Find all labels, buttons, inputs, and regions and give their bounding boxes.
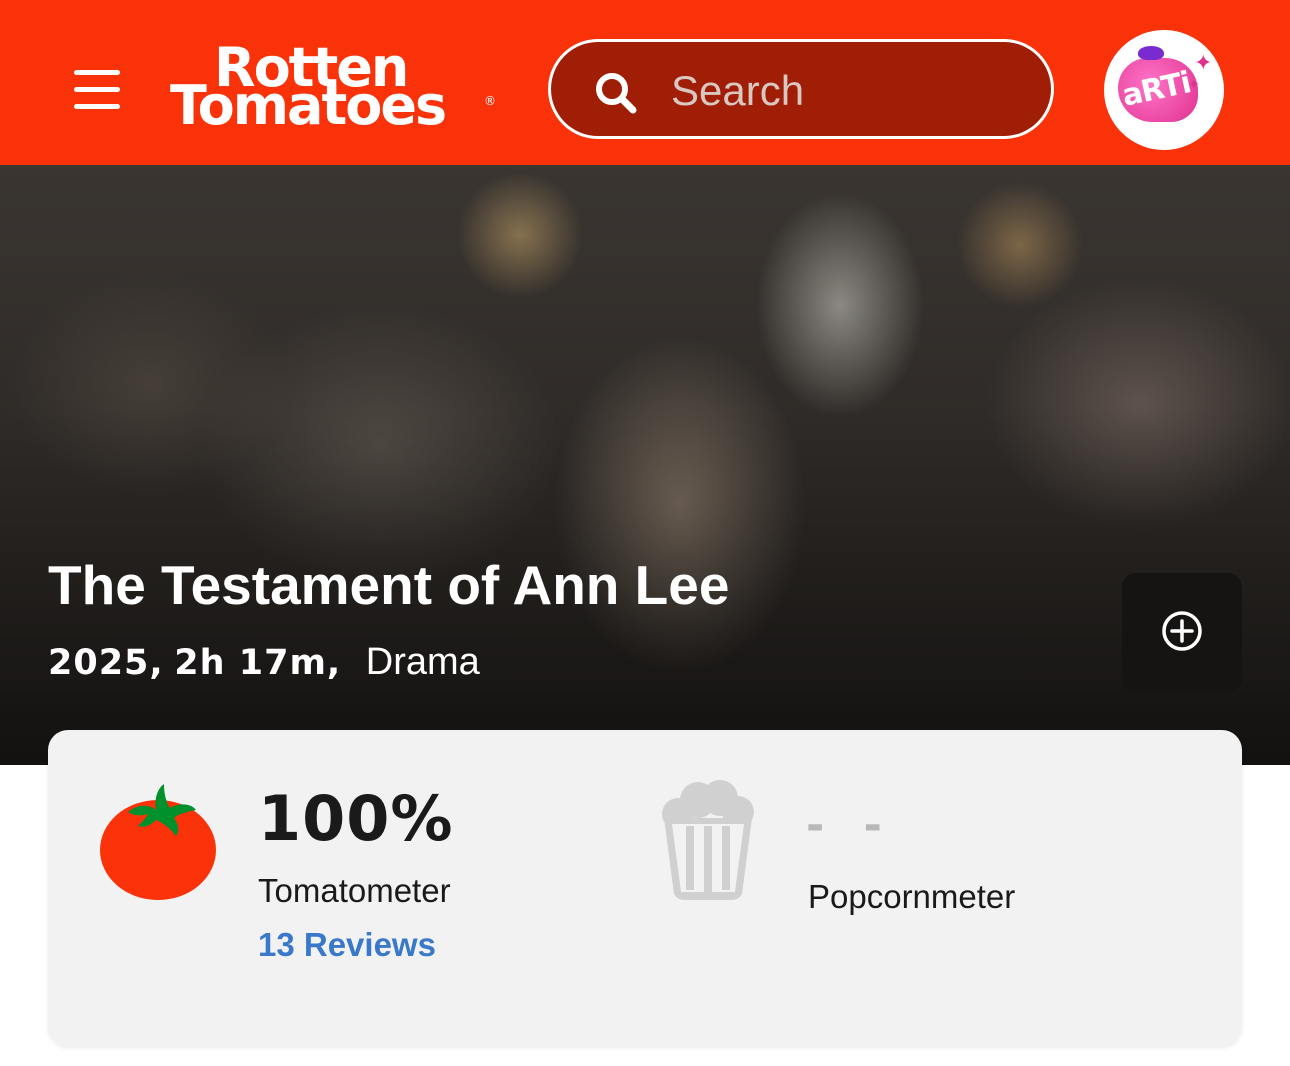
- movie-title: The Testament of Ann Lee: [48, 554, 730, 616]
- sparkle-small-icon: ✦: [1188, 76, 1200, 92]
- movie-year: 2025,: [48, 643, 164, 683]
- tomatometer-score: 100%: [258, 782, 454, 855]
- sparkle-icon: ✦: [1194, 50, 1213, 75]
- search-box[interactable]: [548, 39, 1054, 139]
- add-to-watchlist-button[interactable]: [1122, 573, 1242, 693]
- rotten-tomatoes-logo[interactable]: Rotten Tomatoes ®: [168, 38, 498, 138]
- logo-registered: ®: [484, 94, 496, 108]
- logo-line2: Tomatoes: [170, 74, 447, 137]
- tomatometer-label: Tomatometer: [258, 872, 451, 909]
- popcornmeter-score: - -: [806, 800, 894, 851]
- search-input[interactable]: [669, 60, 1033, 122]
- arti-avatar-button[interactable]: aRTi ✦ ✦: [1104, 30, 1224, 150]
- avatar-leaf: [1138, 46, 1164, 60]
- hero-banner: The Testament of Ann Lee 2025, 2h 17m, D…: [0, 165, 1290, 765]
- top-header: Rotten Tomatoes ® aRTi ✦ ✦: [0, 0, 1290, 165]
- tomato-icon: [100, 784, 216, 900]
- menu-icon[interactable]: [74, 68, 122, 112]
- reviews-link[interactable]: 13 Reviews: [258, 926, 436, 964]
- movie-genre: Drama: [365, 641, 480, 683]
- movie-runtime: 2h 17m,: [174, 643, 342, 683]
- search-icon: [596, 73, 637, 114]
- popcorn-icon: [662, 780, 754, 900]
- plus-circle-icon: [1162, 611, 1202, 651]
- movie-meta: 2025, 2h 17m, Drama: [48, 641, 480, 684]
- score-card: 100% Tomatometer 13 Reviews - - Popcornm…: [48, 730, 1242, 1046]
- popcornmeter-label: Popcornmeter: [808, 878, 1016, 915]
